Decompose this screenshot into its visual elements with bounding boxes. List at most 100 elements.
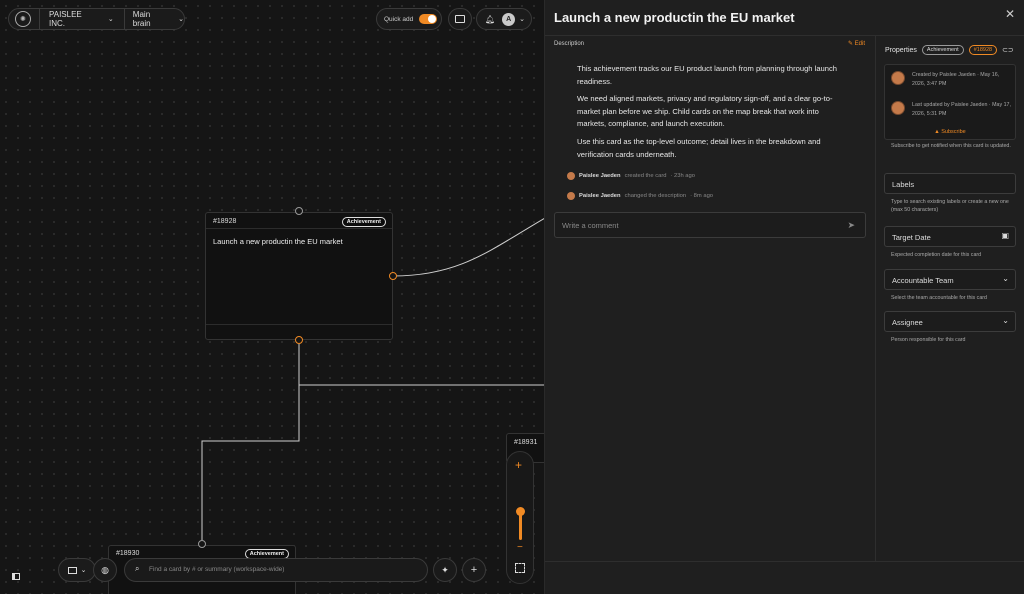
- add-card-button[interactable]: +: [462, 558, 486, 582]
- brain-name[interactable]: Main brain: [133, 10, 170, 28]
- description-label: Description: [554, 41, 585, 47]
- divider: [38, 8, 40, 30]
- brain-logo-icon: ✺: [15, 11, 31, 27]
- fit-view-icon[interactable]: [515, 563, 525, 573]
- zoom-out-icon[interactable]: −: [517, 542, 523, 553]
- quick-add-toggle[interactable]: Quick add: [376, 8, 442, 30]
- chevron-down-icon: ⌄: [1002, 316, 1009, 325]
- chevron-down-icon: ⌄: [519, 16, 526, 23]
- card-detail-panel: Launch a new productin the EU market ✕ D…: [544, 0, 1024, 594]
- labels-placeholder: Labels: [892, 180, 915, 189]
- card-id: #18931: [514, 439, 538, 446]
- node-handle-top[interactable]: [198, 540, 206, 548]
- zoom-in-icon[interactable]: +: [515, 458, 522, 472]
- page-title: Launch a new productin the EU market: [554, 10, 795, 25]
- card-id: #18930: [116, 550, 140, 557]
- send-icon[interactable]: ➤: [847, 220, 855, 231]
- created-text: Created by Paislee Jaeden · May 16, 2026…: [912, 72, 1000, 87]
- properties-column: Properties Achievement #18928 ⊂⊃ Created…: [876, 36, 1024, 562]
- zoom-slider-thumb[interactable]: [516, 507, 525, 516]
- edit-description-button[interactable]: ✎ Edit: [848, 40, 865, 47]
- target-date-field[interactable]: Target Date ▣: [884, 226, 1016, 247]
- activity-user: Paislee Jaeden: [579, 173, 621, 179]
- card-meta: Created by Paislee Jaeden · May 16, 2026…: [884, 64, 1016, 140]
- divider: [206, 324, 392, 325]
- edge-down-right: [298, 344, 545, 386]
- quick-add-label: Quick add: [384, 15, 414, 23]
- toggle-switch[interactable]: [419, 14, 438, 24]
- close-icon[interactable]: ✕: [1005, 7, 1015, 21]
- avatar: [567, 172, 575, 180]
- panel-footer: [545, 561, 1024, 594]
- card-search-bar[interactable]: ⌕ Find a card by # or summary (workspace…: [124, 558, 428, 582]
- edge-to-right: [392, 217, 545, 277]
- globe-button[interactable]: ◍: [93, 558, 117, 582]
- globe-icon: ◍: [101, 564, 109, 575]
- comment-input[interactable]: Write a comment ➤: [554, 212, 866, 238]
- comment-placeholder: Write a comment: [562, 221, 619, 230]
- team-placeholder: Accountable Team: [892, 276, 954, 285]
- card-type-badge: Achievement: [341, 217, 386, 227]
- subscribe-label: Subscribe: [941, 129, 966, 135]
- avatar: [567, 192, 575, 200]
- view-mode-switcher[interactable]: ⌄: [58, 558, 96, 582]
- description-paragraph: Use this card as the top-level outcome; …: [577, 136, 821, 159]
- map-canvas[interactable]: ✺ PAISLEE INC. ⌄ Main brain ⌄ Quick add …: [0, 0, 545, 594]
- search-input[interactable]: Find a card by # or summary (workspace-w…: [149, 566, 284, 573]
- zoom-control[interactable]: + −: [506, 451, 534, 584]
- notifications-and-account[interactable]: 🔔︎ A ⌄: [476, 8, 532, 30]
- pencil-icon: ✎: [847, 41, 855, 47]
- ai-sparkle-button[interactable]: ✦: [433, 558, 457, 582]
- workspace-switcher[interactable]: ✺ PAISLEE INC. ⌄ Main brain ⌄: [8, 8, 185, 30]
- search-icon: ⌕: [135, 564, 140, 573]
- chevron-down-icon: ⌄: [107, 16, 114, 23]
- team-hint: Select the team accountable for this car…: [891, 295, 987, 301]
- accountable-team-select[interactable]: Accountable Team ⌄: [884, 269, 1016, 290]
- activity-time: · 8m ago: [690, 193, 714, 199]
- avatar[interactable]: A: [502, 12, 516, 26]
- feedback-button[interactable]: [448, 8, 472, 30]
- message-square-icon: [455, 15, 465, 23]
- link-icon[interactable]: ⊂⊃: [1002, 46, 1014, 54]
- description-paragraph: This achievement tracks our EU product l…: [577, 64, 838, 86]
- calendar-icon[interactable]: ▣: [1001, 231, 1009, 240]
- edge-down-left: [201, 385, 300, 540]
- labels-hint: Type to search existing labels or create…: [891, 199, 1009, 213]
- labels-field[interactable]: Labels: [884, 173, 1016, 194]
- activity-time: · 23h ago: [670, 173, 695, 179]
- description-column: Description ✎ Edit This achievement trac…: [545, 36, 876, 562]
- description-paragraph: We need aligned markets, privacy and reg…: [577, 94, 833, 129]
- workspace-name[interactable]: PAISLEE INC.: [49, 10, 100, 28]
- updated-info: Last updated by Paislee Jaeden · May 17,…: [891, 101, 1012, 118]
- assignee-hint: Person responsible for this card: [891, 337, 966, 343]
- assignee-select[interactable]: Assignee ⌄: [884, 311, 1016, 332]
- node-handle-bottom[interactable]: [295, 336, 303, 344]
- id-badge[interactable]: #18928: [968, 45, 998, 55]
- properties-label: Properties: [885, 46, 917, 54]
- target-date-hint: Expected completion date for this card: [891, 252, 982, 258]
- chevron-down-icon: ⌄: [178, 16, 184, 23]
- description-body[interactable]: This achievement tracks our EU product l…: [577, 63, 847, 166]
- type-badge: Achievement: [921, 45, 964, 55]
- activity-user: Paislee Jaeden: [579, 193, 621, 199]
- activity-action: created the card: [624, 173, 667, 179]
- subscribe-button[interactable]: ▲ Subscribe: [885, 129, 1015, 135]
- card-node-18928[interactable]: #18928 Achievement Launch a new producti…: [205, 212, 393, 340]
- target-date-placeholder: Target Date: [892, 233, 931, 242]
- created-info: Created by Paislee Jaeden · May 16, 2026…: [891, 71, 1012, 88]
- node-handle-top[interactable]: [295, 207, 303, 215]
- sidebar-toggle-icon[interactable]: [12, 573, 20, 580]
- activity-action: changed the description: [624, 193, 687, 199]
- divider: [206, 228, 392, 229]
- node-handle-right[interactable]: [389, 272, 397, 280]
- card-title: Launch a new productin the EU market: [213, 237, 343, 246]
- updated-text: Last updated by Paislee Jaeden · May 17,…: [912, 102, 1011, 117]
- sparkle-icon: ✦: [441, 564, 449, 575]
- subscribe-hint: Subscribe to get notified when this card…: [891, 143, 1011, 149]
- bell-icon[interactable]: 🔔︎: [485, 15, 495, 24]
- assignee-placeholder: Assignee: [892, 318, 923, 327]
- panel-header: Launch a new productin the EU market ✕: [545, 0, 1024, 36]
- chevron-down-icon: ⌄: [1002, 274, 1009, 283]
- avatar: [891, 101, 905, 115]
- edit-label: Edit: [854, 41, 865, 47]
